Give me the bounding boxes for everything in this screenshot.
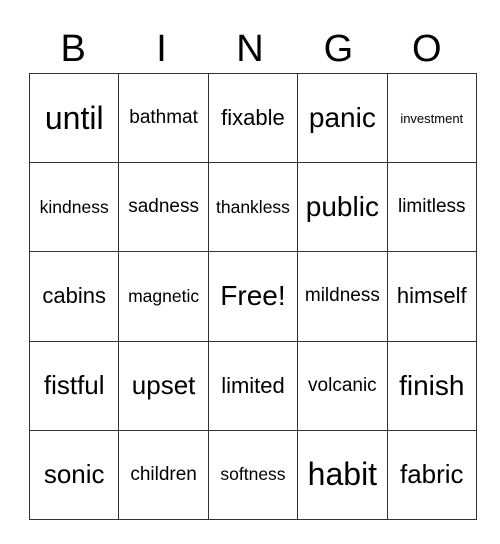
grid-row: until bathmat fixable panic investment xyxy=(28,72,477,164)
grid-row: sonic children softness habit fabric xyxy=(28,429,477,520)
bingo-cell: public xyxy=(297,162,388,253)
bingo-cell: limitless xyxy=(386,162,477,253)
bingo-cell: mildness xyxy=(297,251,388,342)
bingo-cell: magnetic xyxy=(118,251,209,342)
bingo-cell: until xyxy=(28,72,120,164)
bingo-cell: finish xyxy=(386,340,477,431)
bingo-cell: investment xyxy=(386,72,477,164)
grid-row: fistful upset limited volcanic finish xyxy=(28,340,477,431)
bingo-cell: himself xyxy=(386,251,477,342)
bingo-header: B I N G O xyxy=(29,26,471,72)
bingo-cell: volcanic xyxy=(297,340,388,431)
bingo-card-grid: until bathmat fixable panic investment k… xyxy=(28,72,477,520)
bingo-cell: bathmat xyxy=(118,72,209,164)
grid-row: cabins magnetic Free! mildness himself xyxy=(28,251,477,342)
bingo-cell: children xyxy=(118,429,209,520)
bingo-cell: sonic xyxy=(28,429,120,520)
header-letter-o: O xyxy=(411,28,442,70)
header-letter-n: N xyxy=(236,28,264,70)
free-space-cell: Free! xyxy=(207,251,299,342)
bingo-cell: softness xyxy=(207,429,299,520)
bingo-cell: fistful xyxy=(28,340,120,431)
bingo-cell: habit xyxy=(297,429,388,520)
bingo-cell: limited xyxy=(207,340,299,431)
header-letter-b: B xyxy=(60,28,86,70)
bingo-cell: cabins xyxy=(28,251,120,342)
bingo-cell: thankless xyxy=(207,162,299,253)
bingo-cell: fixable xyxy=(207,72,299,164)
header-letter-i: I xyxy=(156,28,167,70)
bingo-cell: upset xyxy=(118,340,209,431)
bingo-cell: panic xyxy=(297,72,388,164)
bingo-cell: kindness xyxy=(28,162,120,253)
header-letter-g: G xyxy=(323,28,354,70)
grid-row: kindness sadness thankless public limitl… xyxy=(28,162,477,253)
bingo-cell: fabric xyxy=(386,429,477,520)
bingo-cell: sadness xyxy=(118,162,209,253)
